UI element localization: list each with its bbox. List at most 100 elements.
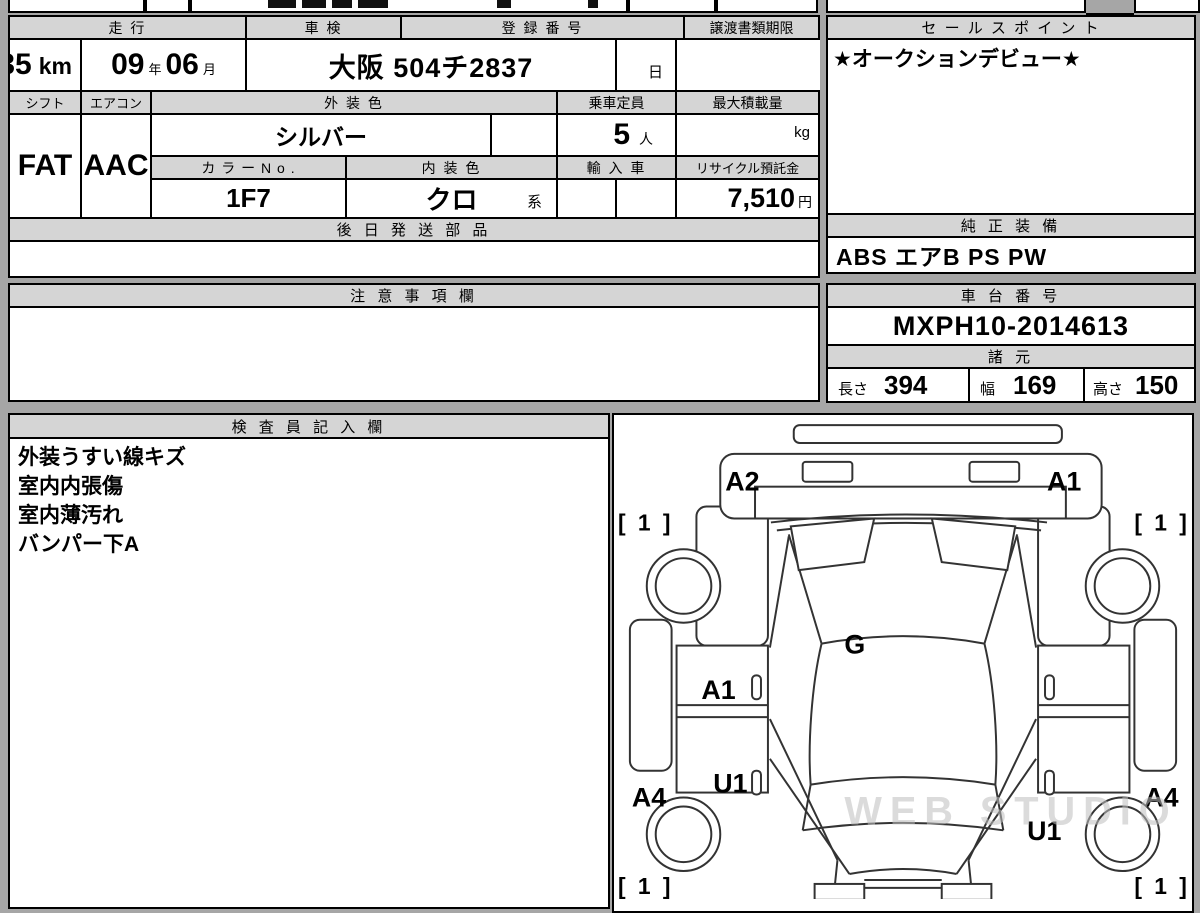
- notes-table: 注 意 事 項 欄: [8, 283, 820, 402]
- shift-value: FAT: [17, 149, 73, 182]
- inspection-year: 09: [111, 48, 145, 81]
- cutoff-cell: [8, 0, 145, 13]
- damage-label-front-left: A2: [725, 467, 759, 497]
- transfer-day-label: 日: [648, 64, 664, 81]
- inspector-note-line: 室内薄汚れ: [18, 504, 123, 527]
- empty-cell: [490, 113, 559, 157]
- windshield-glass-right: [930, 517, 1017, 572]
- cutoff-cell: [628, 0, 716, 13]
- cutoff-cell: [190, 0, 628, 13]
- sill-right: [1133, 618, 1178, 772]
- damage-label-door-rear-left: U1: [713, 769, 747, 799]
- import-value-cell: [556, 178, 618, 219]
- damage-label-glass: G: [844, 630, 865, 660]
- tail-light-right: [940, 882, 993, 901]
- inspector-note-line: バンパー下A: [18, 533, 140, 556]
- color-no-value: 1F7: [226, 183, 271, 213]
- color-no-value-cell: 1F7: [150, 178, 347, 219]
- watermark-text: WEB STUDIO PRO: [844, 789, 1192, 833]
- capacity-header: 乗車定員: [556, 90, 678, 115]
- inspector-note-line: 外装うすい線キズ: [18, 446, 186, 469]
- damage-label-door-front-left: A1: [701, 675, 735, 705]
- cutoff-cell: [145, 0, 190, 13]
- sill-left: [628, 618, 673, 772]
- damage-label-sill-left: A4: [632, 782, 666, 812]
- inspector-header: 検 査 員 記 入 欄: [8, 413, 610, 439]
- capacity-value: 5: [613, 118, 631, 151]
- later-shipping-parts-cell: [7, 240, 821, 278]
- shift-header: シフト: [8, 90, 82, 115]
- chassis-table: 車 台 番 号 MXPH10-2014613 諸 元 長さ 394 幅 169 …: [826, 283, 1196, 403]
- later-shipping-parts-header: 後 日 発 送 部 品: [7, 217, 821, 242]
- length-label: 長さ: [838, 380, 869, 398]
- max-load-unit: kg: [794, 123, 811, 141]
- tire-grade-rear-left: [ 1 ]: [618, 873, 673, 899]
- mileage-value-cell: 112,835 km: [8, 38, 82, 92]
- windshield-glass-left: [789, 517, 876, 572]
- damage-label-front-right: A1: [1047, 467, 1081, 497]
- vehicle-info-table: 走 行 車 検 登 録 番 号 譲渡書類期限 112,835 km 09 年 0…: [7, 15, 821, 278]
- front-bumper: [792, 424, 1063, 444]
- recycle-value: 7,510: [727, 183, 796, 213]
- shift-value-cell: FAT: [8, 113, 82, 219]
- color-no-header: カ ラ ー N o .: [150, 155, 347, 180]
- genuine-equipment-value: ABS エアB PS PW: [836, 244, 1048, 270]
- interior-color-value-cell: クロ 系: [344, 178, 559, 219]
- width-value: 169: [1013, 369, 1057, 400]
- notes-cell: [8, 306, 820, 402]
- sales-point-value: ★オークションデビュー★: [833, 48, 1081, 71]
- chassis-header: 車 台 番 号: [826, 283, 1196, 308]
- tire-grade-rear-right: [ 1 ]: [1134, 873, 1189, 899]
- mileage-value: 112,835: [11, 48, 32, 81]
- genuine-equipment-header: 純 正 装 備: [826, 213, 1196, 238]
- aircon-value-cell: AAC: [80, 113, 152, 219]
- registration-value-cell: 大阪 504チ2837: [244, 38, 618, 92]
- cutoff-text-fragment: [358, 0, 388, 8]
- mileage-header: 走 行: [8, 15, 247, 40]
- height-cell: 高さ 150: [1083, 367, 1196, 403]
- inspection-value-cell: 09 年 06 月: [80, 38, 247, 92]
- tire-grade-front-left: [ 1 ]: [618, 509, 673, 535]
- cutoff-text-fragment: [302, 0, 326, 8]
- cutoff-text-fragment: [497, 0, 511, 8]
- inspector-table: 検 査 員 記 入 欄 外装うすい線キズ 室内内張傷 室内薄汚れ バンパー下A: [8, 413, 610, 909]
- transfer-deadline-header: 譲渡書類期限: [683, 15, 821, 40]
- tail-light-left: [813, 882, 866, 901]
- sales-point-cell: ★オークションデビュー★: [826, 38, 1196, 215]
- headlight-right: [968, 460, 1021, 483]
- import-header: 輸 入 車: [556, 155, 678, 180]
- sales-point-header: セ ー ル ス ポ イ ン ト: [826, 15, 1196, 40]
- recycle-value-cell: 7,510 円: [675, 178, 821, 219]
- exterior-color-value: シルバー: [275, 124, 367, 150]
- recycle-header: リサイクル預託金: [675, 155, 821, 180]
- interior-color-suffix: 系: [527, 194, 543, 211]
- height-label: 高さ: [1093, 380, 1124, 398]
- cutoff-text-fragment: [332, 0, 352, 8]
- month-unit: 月: [202, 62, 216, 77]
- cutoff-cell: [716, 0, 818, 13]
- transfer-month-label: 月: [616, 61, 617, 82]
- sales-point-table: セ ー ル ス ポ イ ン ト ★オークションデビュー★ 純 正 装 備 ABS…: [826, 15, 1196, 274]
- door-handle-icon: [751, 674, 762, 701]
- length-value: 394: [884, 369, 928, 400]
- chassis-value-cell: MXPH10-2014613: [826, 306, 1196, 346]
- headlight-left: [801, 460, 854, 483]
- max-load-value-cell: kg: [675, 113, 821, 157]
- inspector-note-line: 室内内張傷: [18, 475, 123, 498]
- door-handle-icon: [1044, 674, 1055, 701]
- aircon-header: エアコン: [80, 90, 152, 115]
- import-value-cell2: [615, 178, 678, 219]
- car-top-view-diagram: A2 A1 [ 1 ] [ 1 ] G A1 U1 A4 A4 U1 [ 1 ]…: [618, 424, 1200, 901]
- exterior-color-header: 外 装 色: [149, 90, 559, 115]
- transfer-deadline-cell: 月 日: [615, 38, 678, 92]
- inspection-month: 06: [165, 48, 199, 81]
- cutoff-cell: [1134, 0, 1200, 13]
- tire-grade-front-right: [ 1 ]: [1134, 509, 1189, 535]
- interior-color-value: クロ: [425, 185, 478, 215]
- chassis-value: MXPH10-2014613: [892, 310, 1130, 341]
- cutoff-text-fragment: [588, 0, 598, 8]
- door-handle-icon: [751, 769, 762, 796]
- interior-color-header: 内 装 色: [344, 155, 559, 180]
- width-label: 幅: [980, 380, 996, 398]
- recycle-unit: 円: [798, 194, 813, 210]
